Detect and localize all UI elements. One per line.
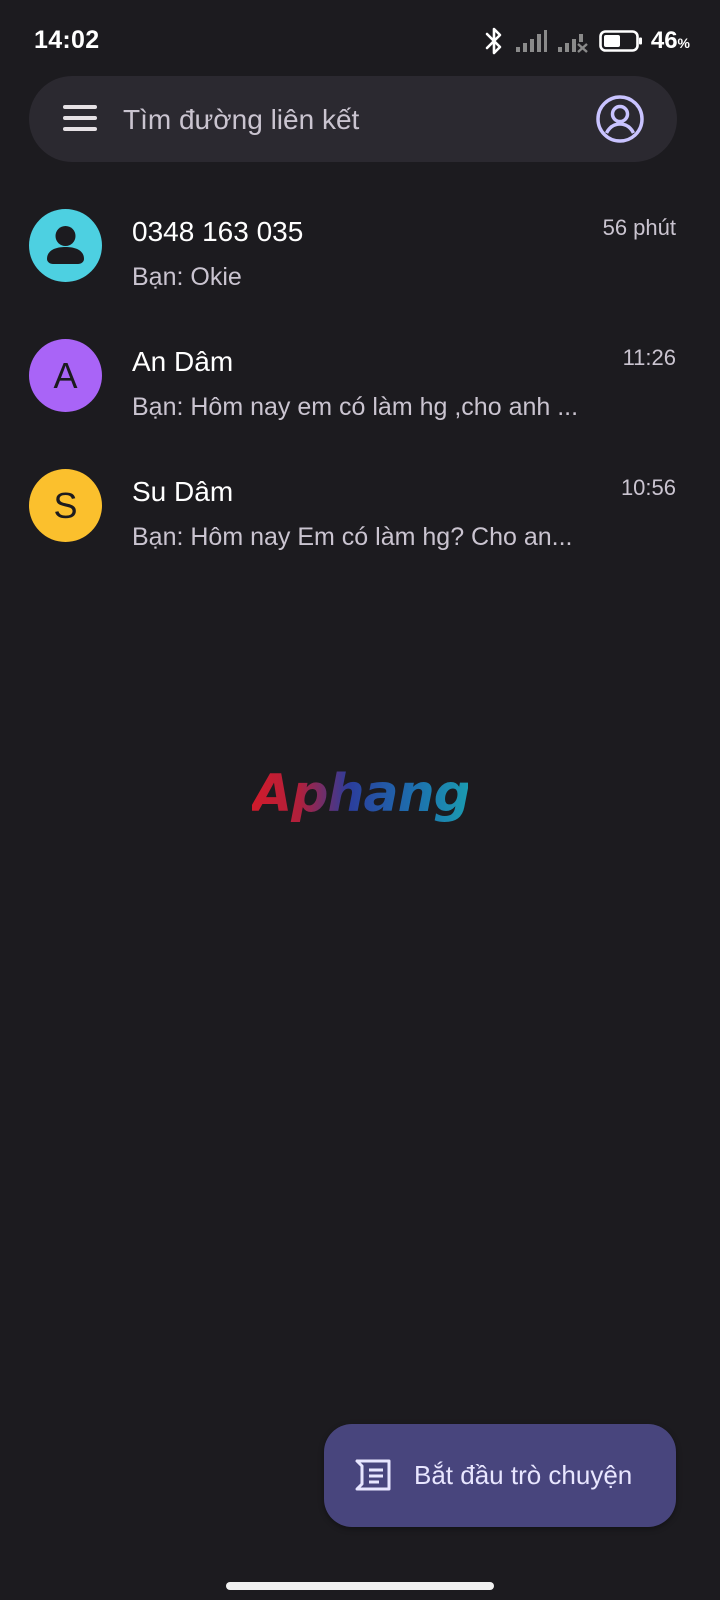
status-icons: 46% <box>473 24 690 58</box>
conversation-item[interactable]: S Su Dâm Bạn: Hôm nay Em có làm hg? Cho … <box>0 440 720 570</box>
battery-icon <box>599 29 643 53</box>
conversation-time: 10:56 <box>620 475 676 500</box>
signal-no-service-icon <box>557 29 589 53</box>
start-chat-button[interactable]: Bắt đầu trò chuyện <box>324 1424 676 1527</box>
signal-icon <box>515 29 547 53</box>
battery-percent: 46% <box>650 27 690 54</box>
watermark-logo: Aphang <box>252 764 471 824</box>
search-bar[interactable]: Tìm đường liên kết <box>29 76 677 162</box>
conversation-snippet: Bạn: Hôm nay em có làm hg ,cho anh ... <box>132 393 579 421</box>
bluetooth-icon <box>483 26 505 56</box>
menu-icon[interactable] <box>63 105 97 133</box>
status-bar: 14:02 46% <box>0 0 720 80</box>
conversation-snippet: Bạn: Hôm nay Em có làm hg? Cho an... <box>132 523 573 551</box>
conversation-item[interactable]: A An Dâm Bạn: Hôm nay em có làm hg ,cho … <box>0 310 720 440</box>
conversation-name: Su Dâm <box>132 476 234 507</box>
conversation-name: An Dâm <box>132 346 234 377</box>
avatar: S <box>29 469 102 542</box>
new-message-icon <box>354 1458 392 1492</box>
person-icon <box>47 226 84 264</box>
avatar <box>29 209 102 282</box>
conversation-time: 11:26 <box>622 345 676 370</box>
conversation-name: 0348 163 035 <box>132 216 304 247</box>
conversation-item[interactable]: 0348 163 035 Bạn: Okie 56 phút <box>0 180 720 310</box>
conversation-time: 56 phút <box>602 215 676 240</box>
status-clock: 14:02 <box>34 26 100 54</box>
account-circle-icon[interactable] <box>595 94 645 144</box>
conversation-snippet: Bạn: Okie <box>132 263 242 291</box>
conversation-list: 0348 163 035 Bạn: Okie 56 phút A An Dâm … <box>0 180 720 570</box>
avatar: A <box>29 339 102 412</box>
messages-screen: 14:02 46% Tìm đường liên kết 0348 163 03… <box>0 0 720 1600</box>
gesture-bar[interactable] <box>226 1582 494 1590</box>
search-placeholder[interactable]: Tìm đường liên kết <box>123 104 359 136</box>
start-chat-label: Bắt đầu trò chuyện <box>414 1460 633 1490</box>
